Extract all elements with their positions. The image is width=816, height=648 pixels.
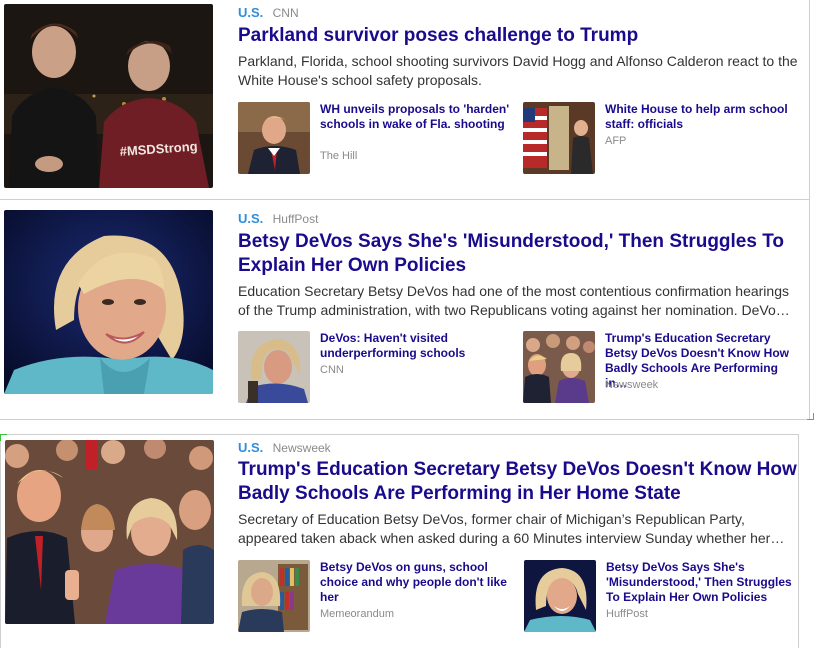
story-summary: Secretary of Education Betsy DeVos, form…: [238, 511, 785, 546]
related-thumbnail[interactable]: [523, 331, 595, 403]
photo-betsy-devos-icon: [4, 210, 213, 394]
story-image[interactable]: [4, 210, 213, 394]
photo-trump-rally-small-icon: [523, 331, 595, 403]
related-title[interactable]: White House to help arm school staff: of…: [605, 102, 800, 132]
related-thumbnail[interactable]: [238, 102, 310, 174]
source-label: CNN: [272, 6, 299, 20]
related-source: Newsweek: [605, 379, 659, 391]
photo-devos-bookshelf-icon: [238, 560, 310, 632]
category-label[interactable]: U.S.: [238, 440, 263, 455]
related-story[interactable]: DeVos: Haven't visited underperforming s…: [238, 331, 508, 403]
divider: [809, 0, 810, 200]
related-thumbnail[interactable]: [523, 102, 595, 174]
story-summary: Education Secretary Betsy DeVos had one …: [238, 283, 790, 318]
divider: [809, 200, 810, 420]
related-title[interactable]: Betsy DeVos Says She's 'Misunderstood,' …: [606, 560, 801, 605]
related-thumbnail[interactable]: [524, 560, 596, 632]
related-source: Memeorandum: [320, 608, 394, 620]
story-card[interactable]: U.S. HuffPost Betsy DeVos Says She's 'Mi…: [0, 200, 816, 420]
story-card[interactable]: U.S. Newsweek Trump's Education Secretar…: [0, 434, 816, 648]
related-title[interactable]: DeVos: Haven't visited underperforming s…: [320, 331, 515, 361]
story-headline[interactable]: Parkland survivor poses challenge to Tru…: [238, 24, 798, 48]
related-thumbnail[interactable]: [238, 560, 310, 632]
related-story[interactable]: Betsy DeVos on guns, school choice and w…: [238, 560, 508, 632]
story-image[interactable]: #MSDStrong: [4, 4, 213, 188]
related-source: The Hill: [320, 150, 358, 162]
story-meta: U.S. HuffPost: [238, 211, 318, 226]
related-story[interactable]: WH unveils proposals to 'harden' schools…: [238, 102, 509, 174]
divider: [0, 419, 810, 420]
related-thumbnail[interactable]: [238, 331, 310, 403]
story-summary: Parkland, Florida, school shooting survi…: [238, 53, 798, 88]
related-story[interactable]: White House to help arm school staff: of…: [523, 102, 793, 174]
source-label: HuffPost: [272, 212, 319, 226]
category-label[interactable]: U.S.: [238, 211, 263, 226]
story-headline[interactable]: Betsy DeVos Says She's 'Misunderstood,' …: [238, 230, 798, 278]
related-story[interactable]: Trump's Education Secretary Betsy DeVos …: [523, 331, 793, 403]
photo-trump-rally-icon: [5, 440, 214, 624]
photo-trump-podium-icon: [238, 102, 310, 174]
story-image[interactable]: [5, 440, 214, 624]
related-source: HuffPost: [606, 608, 648, 620]
related-title[interactable]: Betsy DeVos on guns, school choice and w…: [320, 560, 515, 605]
related-source: AFP: [605, 135, 627, 147]
related-title[interactable]: WH unveils proposals to 'harden' schools…: [320, 102, 515, 132]
story-card[interactable]: #MSDStrong U.S. CNN Parkland survivor po…: [0, 0, 816, 200]
story-meta: U.S. Newsweek: [238, 440, 331, 455]
related-source: CNN: [320, 364, 344, 376]
story-meta: U.S. CNN: [238, 5, 299, 20]
category-label[interactable]: U.S.: [238, 5, 263, 20]
photo-devos-portrait-icon: [524, 560, 596, 632]
photo-white-house-flags-icon: [523, 102, 595, 174]
photo-two-students-icon: #MSDStrong: [4, 4, 213, 188]
related-story[interactable]: Betsy DeVos Says She's 'Misunderstood,' …: [524, 560, 794, 632]
source-label: Newsweek: [272, 441, 331, 455]
photo-devos-speaking-icon: [238, 331, 310, 403]
focus-corner: [807, 413, 814, 420]
story-headline[interactable]: Trump's Education Secretary Betsy DeVos …: [238, 458, 798, 506]
